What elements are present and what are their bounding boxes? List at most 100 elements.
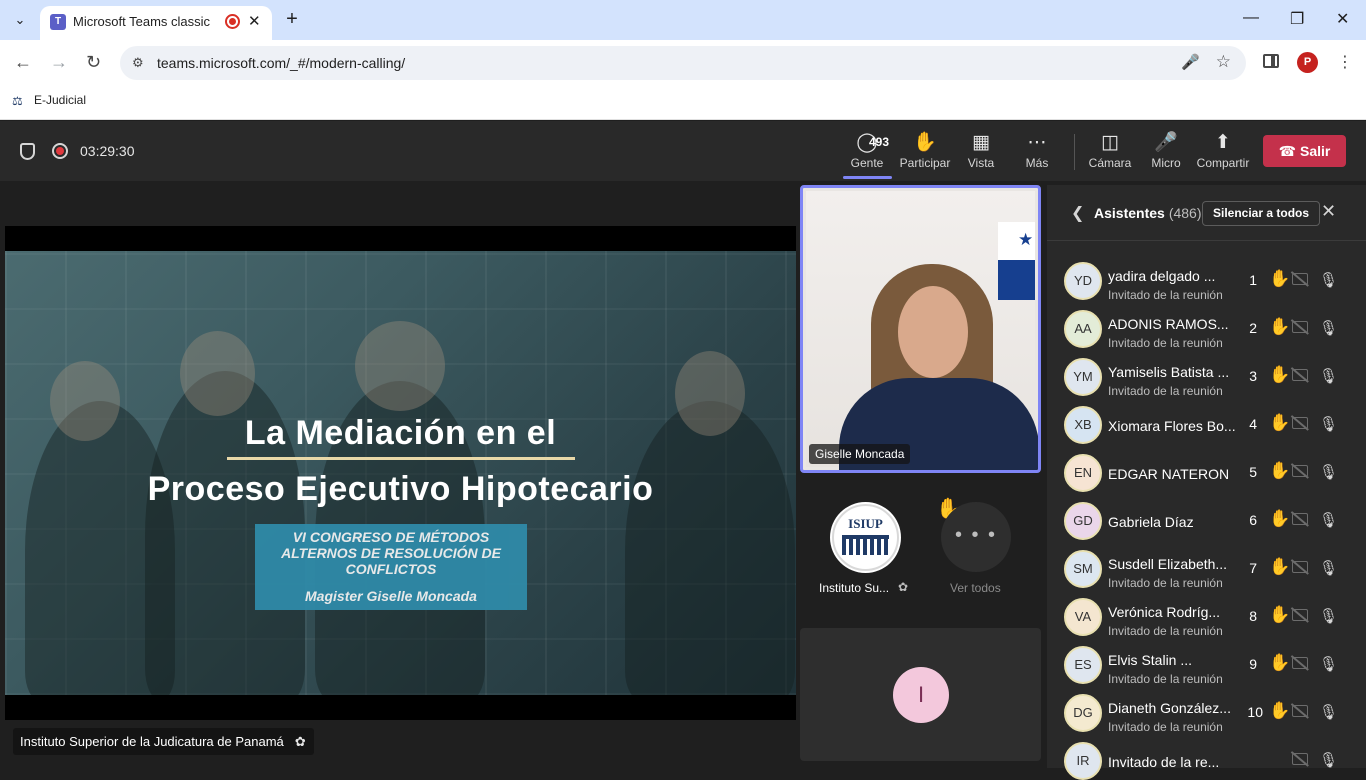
hand-icon: ✋ (913, 132, 937, 153)
mic-icon[interactable]: 🎙 (1319, 415, 1338, 433)
speaker-name-tag: Giselle Moncada (809, 444, 911, 464)
address-bar-row: ← → ↻ ⚙ teams.microsoft.com/_#/modern-ca… (0, 40, 1366, 86)
mic-icon[interactable]: 🎙 (1319, 463, 1338, 481)
raised-hand-icon: ✋ (1269, 317, 1291, 336)
profile-avatar[interactable]: P (1297, 52, 1318, 73)
participant-avatar: DG (1064, 694, 1102, 732)
restore-icon[interactable]: ❐ (1290, 9, 1304, 29)
bookmark-star-icon[interactable]: ☆ (1216, 52, 1231, 72)
hand-raise-order: 6 (1249, 512, 1257, 528)
mic-icon[interactable]: 🎙 (1319, 607, 1338, 625)
flag-star-icon: ★ (1018, 230, 1034, 249)
participant-row[interactable]: XB Xiomara Flores Bo... 4 ✋ 🎙 (1047, 395, 1366, 444)
slide-person-head (355, 321, 445, 411)
camera-off-icon (1292, 417, 1308, 429)
mic-icon[interactable]: 🎙 (1319, 367, 1338, 385)
more-button[interactable]: ⋯ Más (1007, 131, 1067, 177)
participant-tile[interactable]: I (800, 628, 1041, 761)
chevron-left-icon[interactable]: ❮ (1071, 203, 1084, 223)
participant-row[interactable]: SM Susdell Elizabeth... Invitado de la reu… (1047, 539, 1366, 590)
presenter-name: Instituto Superior de la Judicatura de P… (20, 734, 284, 749)
back-arrow-icon[interactable]: ← (14, 52, 32, 73)
phone-hangup-icon: ☎ (1278, 143, 1297, 159)
view-all-label[interactable]: Ver todos (950, 581, 1001, 595)
institute-tile-name: Instituto Su... (819, 581, 890, 595)
leave-button[interactable]: ☎ Salir (1263, 135, 1346, 167)
site-info-icon[interactable]: ⚙ (132, 55, 144, 71)
mic-icon[interactable]: 🎙 (1319, 703, 1338, 721)
institute-logo-avatar[interactable]: ISIUP (830, 502, 901, 573)
camera-off-icon (1292, 705, 1308, 717)
participant-avatar: YD (1064, 262, 1102, 300)
close-icon[interactable]: ✕ (1321, 201, 1336, 222)
hand-raise-order: 9 (1249, 656, 1257, 672)
more-label: Más (1025, 156, 1049, 170)
participant-row[interactable]: YD yadira delgado ... Invitado de la reuni… (1047, 251, 1366, 302)
participant-row[interactable]: EN EDGAR NATERON 5 ✋ 🎙 (1047, 443, 1366, 492)
reload-icon[interactable]: ↻ (86, 52, 101, 73)
participant-avatar: GD (1064, 502, 1102, 540)
forward-arrow-icon[interactable]: → (50, 52, 68, 73)
tab-search-chevron-icon[interactable]: ⌄ (8, 8, 32, 32)
mic-icon[interactable]: 🎙 (1319, 511, 1338, 529)
bookmark-e-judicial[interactable]: E-Judicial (34, 93, 86, 107)
participant-row[interactable]: YM Yamiselis Batista ... Invitado de la re… (1047, 347, 1366, 398)
participant-name: Susdell Elizabeth... (1108, 556, 1228, 572)
participant-name: Gabriela Díaz (1108, 514, 1194, 530)
browser-menu-icon[interactable]: ⋮ (1337, 52, 1353, 72)
participant-avatar: SM (1064, 550, 1102, 588)
new-tab-icon[interactable]: + (280, 8, 304, 32)
share-screen-icon: ⬆ (1215, 132, 1231, 153)
participant-row[interactable]: DG Dianeth González... Invitado de la reun… (1047, 683, 1366, 734)
omnibox[interactable]: ⚙ teams.microsoft.com/_#/modern-calling/… (120, 46, 1246, 80)
participant-name: ADONIS RAMOS... (1108, 316, 1229, 332)
participant-name: Elvis Stalin ... (1108, 652, 1193, 668)
participant-row[interactable]: VA Verónica Rodríg... Invitado de la reuni… (1047, 587, 1366, 638)
people-button[interactable]: ◯ 493 Gente (837, 131, 897, 177)
slide-subtitle-box: VI CONGRESO DE MÉTODOS ALTERNOS DE RESOL… (255, 524, 527, 610)
share-button[interactable]: ⬆ Compartir (1193, 131, 1253, 177)
tab-close-icon[interactable]: ✕ (248, 12, 261, 30)
meeting-shield-icon[interactable] (20, 143, 35, 160)
mic-button[interactable]: 🎤 Micro (1136, 131, 1196, 177)
attendees-title[interactable]: Asistentes (486) (1094, 205, 1202, 221)
mic-icon[interactable]: 🎙 (1319, 271, 1338, 289)
participant-avatar: I (893, 667, 949, 723)
participant-avatar: IR (1064, 742, 1102, 780)
raised-hand-icon: ✋ (1269, 365, 1291, 384)
mic-icon[interactable]: 🎙 (1319, 319, 1338, 337)
speaker-video-tile[interactable]: ★ Giselle Moncada (800, 185, 1041, 473)
side-panel-icon[interactable] (1263, 54, 1279, 68)
minimize-icon[interactable]: — (1243, 9, 1259, 27)
grid-view-icon: ▦ (972, 132, 990, 153)
flag-blue-quarter (998, 260, 1035, 300)
mic-icon[interactable]: 🎙 (1319, 559, 1338, 577)
window-close-icon[interactable]: ✕ (1336, 9, 1349, 29)
camera-button[interactable]: ◫ Cámara (1080, 131, 1140, 177)
url-text[interactable]: teams.microsoft.com/_#/modern-calling/ (157, 55, 405, 71)
raised-hand-icon: ✋ (1269, 509, 1291, 528)
mic-icon[interactable]: 🎙 (1319, 655, 1338, 673)
view-button[interactable]: ▦ Vista (951, 131, 1011, 177)
camera-off-icon (1292, 369, 1308, 381)
microphone-icon[interactable]: 🎤 (1181, 53, 1200, 71)
slide-title-line-1: La Mediación en el (244, 414, 557, 452)
speaker-face (898, 286, 968, 378)
raise-hand-button[interactable]: ✋ Participar (895, 131, 955, 177)
browser-tab[interactable]: T Microsoft Teams classic ✕ (40, 6, 272, 40)
camera-off-icon (1292, 273, 1308, 285)
mic-muted-icon: ✿ (898, 580, 909, 594)
mute-all-button[interactable]: Silenciar a todos (1202, 201, 1321, 226)
mic-muted-icon: ✿ (294, 734, 306, 749)
participant-avatar: YM (1064, 358, 1102, 396)
camera-off-icon (1292, 561, 1308, 573)
shared-screen: La Mediación en el Proceso Ejecutivo Hip… (5, 226, 796, 720)
participant-row[interactable]: AA ADONIS RAMOS... Invitado de la reunión 2… (1047, 299, 1366, 350)
mic-icon[interactable]: 🎙 (1319, 751, 1338, 769)
share-label: Compartir (1196, 156, 1250, 170)
view-all-button[interactable]: • • • (941, 502, 1011, 572)
participant-row[interactable]: ES Elvis Stalin ... Invitado de la reunión… (1047, 635, 1366, 686)
participant-row[interactable]: IR Invitado de la re... 🎙 (1047, 731, 1366, 780)
participant-row[interactable]: GD Gabriela Díaz 6 ✋ 🎙 (1047, 491, 1366, 540)
logo-text: ISIUP (848, 516, 883, 531)
